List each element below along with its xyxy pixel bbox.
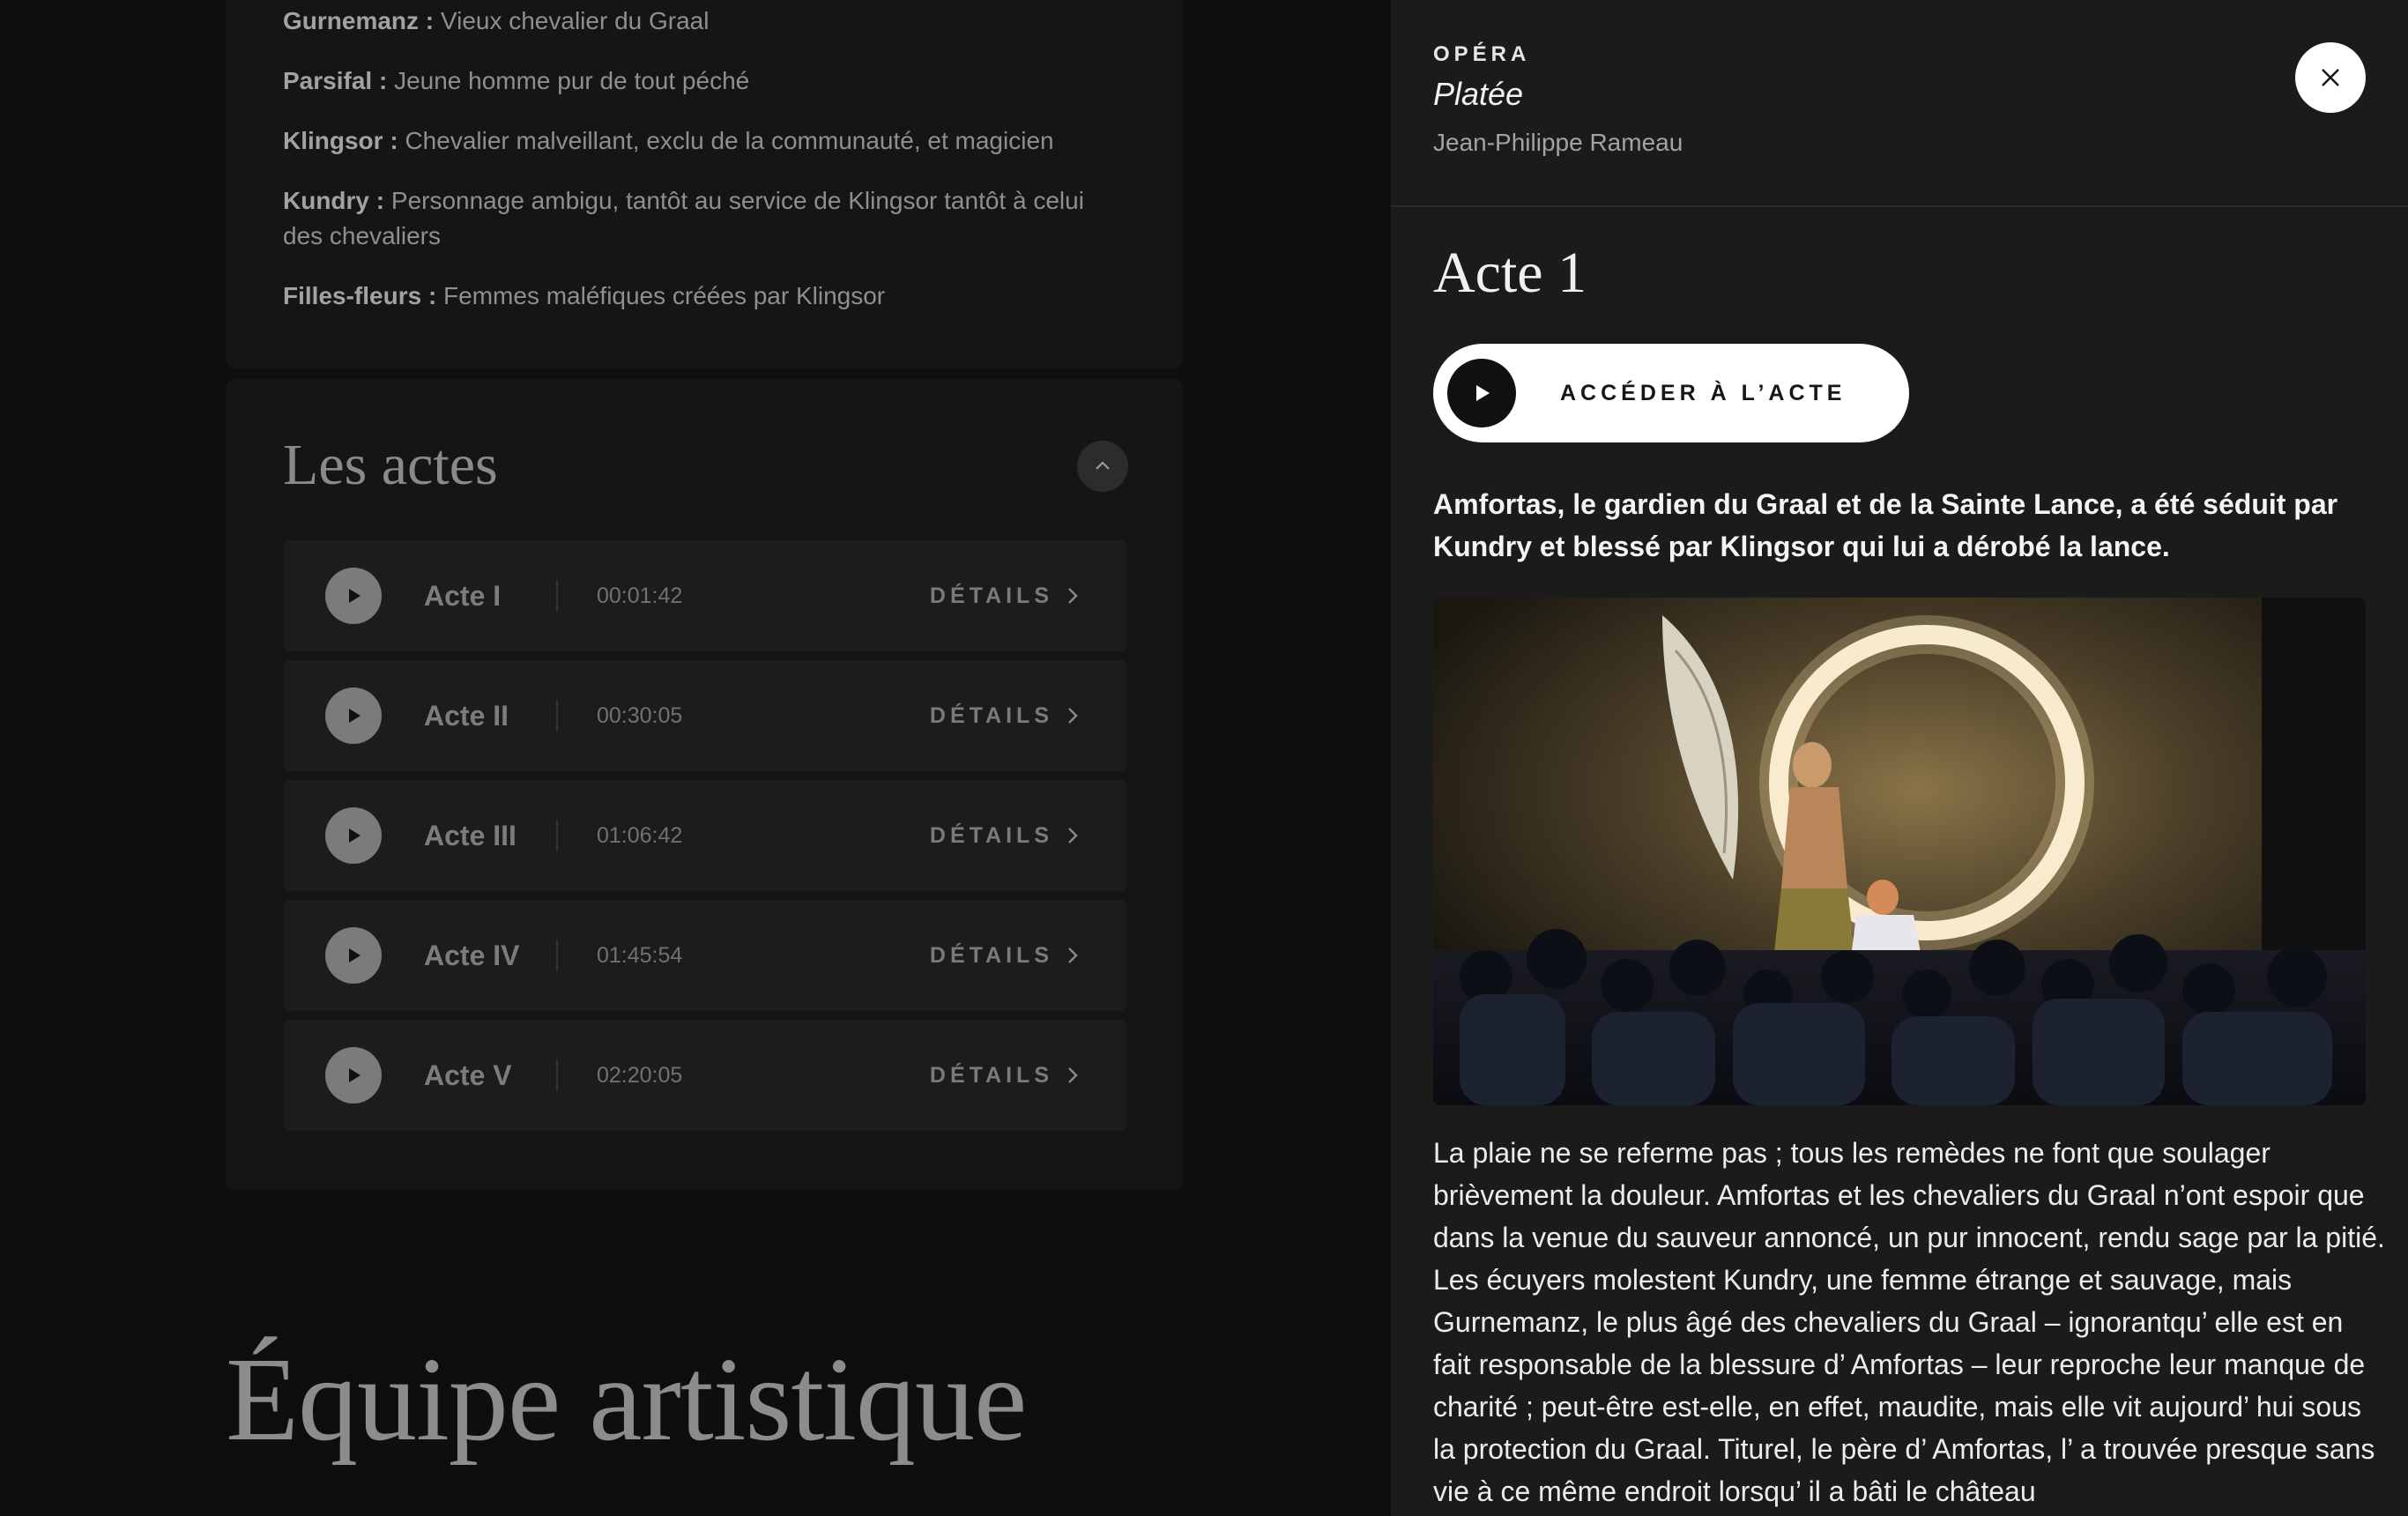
- role-description: Jeune homme pur de tout péché: [394, 67, 750, 94]
- play-icon: [349, 709, 360, 723]
- details-label: DÉTAILS: [929, 583, 1053, 608]
- act-row[interactable]: Acte II 00:30:05 DÉTAILS: [283, 660, 1127, 771]
- close-drawer-button[interactable]: [2295, 42, 2366, 113]
- chevron-right-icon: [1068, 828, 1078, 843]
- role-name: Kundry :: [283, 187, 385, 214]
- composer-name: Jean-Philippe Rameau: [1433, 129, 1683, 156]
- play-act-button[interactable]: [325, 1047, 382, 1104]
- act-details-link[interactable]: DÉTAILS: [930, 540, 1081, 651]
- act-row[interactable]: Acte III 01:06:42 DÉTAILS: [283, 780, 1127, 891]
- role-item: Filles-fleurs : Femmes maléfiques créées…: [283, 279, 1129, 314]
- acts-card: Les actes Acte I 00:01:42 DÉTAILS Acte I…: [226, 379, 1183, 1190]
- role-description: Femmes maléfiques créées par Klingsor: [443, 282, 886, 309]
- act-row[interactable]: Acte V 02:20:05 DÉTAILS: [283, 1020, 1127, 1131]
- act-details-link[interactable]: DÉTAILS: [930, 780, 1081, 891]
- work-title: Platée: [1433, 76, 1524, 112]
- act-name: Acte IV: [424, 940, 520, 971]
- divider: [556, 1059, 558, 1091]
- role-name: Filles-fleurs :: [283, 282, 437, 309]
- access-act-label: ACCÉDER À L’ACTE: [1560, 381, 1847, 405]
- divider: [556, 580, 558, 612]
- app-stage: Gurnemanz : Vieux chevalier du Graal Par…: [0, 0, 2408, 1516]
- role-item: Kundry : Personnage ambigu, tantôt au se…: [283, 183, 1129, 254]
- role-name: Parsifal :: [283, 67, 388, 94]
- details-label: DÉTAILS: [929, 943, 1053, 968]
- play-icon: [349, 589, 360, 603]
- play-icon: [1476, 385, 1490, 401]
- play-act-button[interactable]: [325, 568, 382, 624]
- play-icon: [349, 1068, 360, 1082]
- act-details-link[interactable]: DÉTAILS: [930, 900, 1081, 1011]
- access-act-button[interactable]: ACCÉDER À L’ACTE: [1433, 344, 1909, 442]
- details-label: DÉTAILS: [929, 703, 1053, 728]
- play-button-circle: [1447, 359, 1516, 427]
- play-act-button[interactable]: [325, 927, 382, 984]
- role-description: Chevalier malveillant, exclu de la commu…: [405, 127, 1054, 154]
- details-label: DÉTAILS: [929, 823, 1053, 848]
- close-icon: [2322, 69, 2339, 86]
- category-label: OPÉRA: [1433, 42, 1531, 66]
- team-section-title: Équipe artistique: [226, 1334, 1027, 1466]
- divider: [556, 700, 558, 732]
- acts-section-title: Les actes: [283, 433, 498, 497]
- role-name: Klingsor :: [283, 127, 398, 154]
- role-item: Parsifal : Jeune homme pur de tout péché: [283, 63, 1129, 99]
- act-duration: 00:30:05: [597, 703, 683, 728]
- act-details-drawer: OPÉRA Platée Jean-Philippe Rameau Acte 1…: [1391, 0, 2408, 1516]
- act-duration: 00:01:42: [597, 583, 683, 608]
- chevron-right-icon: [1068, 1067, 1078, 1083]
- roles-card: Gurnemanz : Vieux chevalier du Graal Par…: [226, 0, 1183, 368]
- act-name: Acte III: [424, 820, 517, 851]
- opera-page-background: Gurnemanz : Vieux chevalier du Graal Par…: [0, 0, 1391, 1516]
- divider: [556, 940, 558, 971]
- act-heading: Acte 1: [1433, 241, 1587, 305]
- act-name: Acte II: [424, 700, 509, 732]
- chevron-right-icon: [1068, 948, 1078, 963]
- chevron-right-icon: [1068, 588, 1078, 604]
- act-details-link[interactable]: DÉTAILS: [930, 1020, 1081, 1131]
- act-name: Acte I: [424, 580, 502, 612]
- role-item: Klingsor : Chevalier malveillant, exclu …: [283, 123, 1129, 159]
- act-name: Acte V: [424, 1059, 512, 1091]
- collapse-acts-button[interactable]: [1077, 441, 1128, 492]
- drawer-header: OPÉRA Platée Jean-Philippe Rameau: [1391, 0, 2408, 207]
- role-item: Gurnemanz : Vieux chevalier du Graal: [283, 4, 1129, 39]
- act-duration: 02:20:05: [597, 1063, 683, 1088]
- act-row[interactable]: Acte I 00:01:42 DÉTAILS: [283, 540, 1127, 651]
- act-details-link[interactable]: DÉTAILS: [930, 660, 1081, 771]
- act-duration: 01:45:54: [597, 943, 683, 968]
- play-act-button[interactable]: [325, 807, 382, 864]
- chevron-right-icon: [1068, 708, 1078, 724]
- act-stage-photo: [1433, 598, 2366, 1105]
- divider: [556, 820, 558, 851]
- role-description: Vieux chevalier du Graal: [440, 7, 710, 34]
- role-name: Gurnemanz :: [283, 7, 435, 34]
- stage-photo-illustration: [1433, 598, 2366, 1105]
- chevron-up-icon: [1096, 461, 1110, 470]
- act-duration: 01:06:42: [597, 823, 683, 848]
- role-description: Personnage ambigu, tantôt au service de …: [283, 187, 1084, 249]
- play-icon: [349, 948, 360, 962]
- act-synopsis: La plaie ne se referme pas ; tous les re…: [1433, 1137, 2385, 1507]
- play-act-button[interactable]: [325, 687, 382, 744]
- act-row[interactable]: Acte IV 01:45:54 DÉTAILS: [283, 900, 1127, 1011]
- details-label: DÉTAILS: [929, 1063, 1053, 1088]
- play-icon: [349, 829, 360, 843]
- act-summary: Amfortas, le gardien du Graal et de la S…: [1433, 488, 2338, 562]
